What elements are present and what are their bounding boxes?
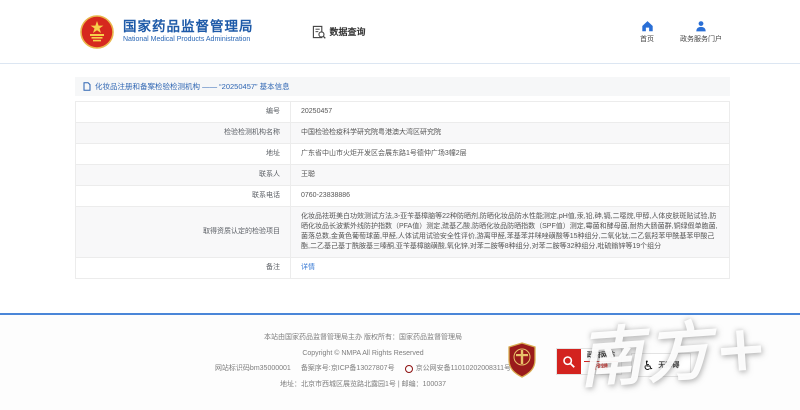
row-value: 20250457 bbox=[291, 102, 730, 123]
footer-address: 地址：北京市西城区展览路北露园1号 | 邮编：100037 bbox=[88, 377, 638, 393]
header-nav: 首页 政务服务门户 bbox=[640, 20, 722, 44]
footer: 本站由国家药品监督管理局主办 版权所有：国家药品监督管理局 Copyright … bbox=[0, 313, 800, 410]
row-value: 详情 bbox=[291, 258, 730, 279]
police-registration: 京公网安备11010202008311号 bbox=[405, 361, 511, 377]
header: 国家药品监督管理局 National Medical Products Admi… bbox=[0, 0, 800, 64]
row-label: 检验检测机构名称 bbox=[76, 123, 291, 144]
table-row: 地址 广东省中山市火炬开发区会展东路1号德仲广场3幢2层 bbox=[76, 144, 730, 165]
row-label: 联系人 bbox=[76, 165, 291, 186]
user-icon bbox=[695, 20, 707, 32]
page: 国家药品监督管理局 National Medical Products Admi… bbox=[0, 0, 800, 410]
row-value: 王聪 bbox=[291, 165, 730, 186]
footer-host-line: 本站由国家药品监督管理局主办 版权所有：国家药品监督管理局 bbox=[88, 330, 638, 346]
accessibility-badge[interactable]: ♿ 无障碍 bbox=[631, 353, 691, 377]
find-error-badge[interactable]: 政府网站 找错 bbox=[556, 348, 622, 375]
document-icon bbox=[83, 82, 91, 91]
site-code: 网站标识码bm35000001 bbox=[215, 361, 291, 377]
detail-link[interactable]: 详情 bbox=[301, 264, 315, 271]
police-number: 京公网安备11010202008311号 bbox=[416, 361, 511, 377]
row-label: 编号 bbox=[76, 102, 291, 123]
icp-number: 备案序号:京ICP备13027807号 bbox=[301, 361, 395, 377]
find-error-text: 政府网站 找错 bbox=[581, 351, 621, 372]
data-query-label: 数据查询 bbox=[330, 25, 366, 38]
nav-portal[interactable]: 政务服务门户 bbox=[680, 20, 722, 44]
agency-name-en: National Medical Products Administration bbox=[123, 35, 254, 44]
home-icon bbox=[641, 20, 654, 32]
page-title: 化妆品注册和备案检验检测机构 —— “20250457” 基本信息 bbox=[95, 81, 290, 92]
nav-home-label: 首页 bbox=[640, 34, 654, 44]
nav-data-query[interactable]: 数据查询 bbox=[312, 25, 366, 39]
table-row: 取得资质认定的检验项目 化妆品祛斑美白功效测试方法,3-亚苄基樟脑等22种防晒剂… bbox=[76, 207, 730, 258]
find-error-magnifier-icon bbox=[557, 349, 581, 374]
find-error-top-label: 政府网站 bbox=[584, 351, 618, 362]
police-badge-icon bbox=[405, 365, 413, 373]
nav-home[interactable]: 首页 bbox=[640, 20, 654, 44]
shield-icon bbox=[508, 342, 536, 378]
row-value: 广东省中山市火炬开发区会展东路1号德仲广场3幢2层 bbox=[291, 144, 730, 165]
table-row: 备注 详情 bbox=[76, 258, 730, 279]
agency-name-cn: 国家药品监督管理局 bbox=[123, 19, 254, 35]
row-label: 备注 bbox=[76, 258, 291, 279]
row-label: 地址 bbox=[76, 144, 291, 165]
accessibility-label: 无障碍 bbox=[658, 360, 679, 370]
brand-block: 国家药品监督管理局 National Medical Products Admi… bbox=[123, 19, 254, 44]
table-row: 联系人 王聪 bbox=[76, 165, 730, 186]
row-value: 中国检验检疫科学研究院粤港澳大湾区研究院 bbox=[291, 123, 730, 144]
page-title-strip: 化妆品注册和备案检验检测机构 —— “20250457” 基本信息 bbox=[75, 77, 730, 96]
government-shield-badge[interactable] bbox=[508, 342, 536, 378]
nav-portal-label: 政务服务门户 bbox=[680, 34, 722, 44]
row-value-certified-items: 化妆品祛斑美白功效测试方法,3-亚苄基樟脑等22种防晒剂,防晒化妆品防水性能测定… bbox=[291, 207, 730, 258]
table-row: 联系电话 0760-23838886 bbox=[76, 186, 730, 207]
find-error-bottom-label: 找错 bbox=[581, 362, 621, 372]
row-label: 联系电话 bbox=[76, 186, 291, 207]
table-row: 检验检测机构名称 中国检验检疫科学研究院粤港澳大湾区研究院 bbox=[76, 123, 730, 144]
row-label: 取得资质认定的检验项目 bbox=[76, 207, 291, 258]
wheelchair-icon: ♿ bbox=[643, 359, 655, 372]
national-emblem-icon bbox=[80, 15, 114, 49]
row-value: 0760-23838886 bbox=[291, 186, 730, 207]
national-emblem-logo[interactable] bbox=[80, 15, 114, 49]
table-row: 编号 20250457 bbox=[76, 102, 730, 123]
data-query-icon bbox=[312, 25, 326, 39]
basic-info-table: 编号 20250457 检验检测机构名称 中国检验检疫科学研究院粤港澳大湾区研究… bbox=[75, 101, 730, 279]
